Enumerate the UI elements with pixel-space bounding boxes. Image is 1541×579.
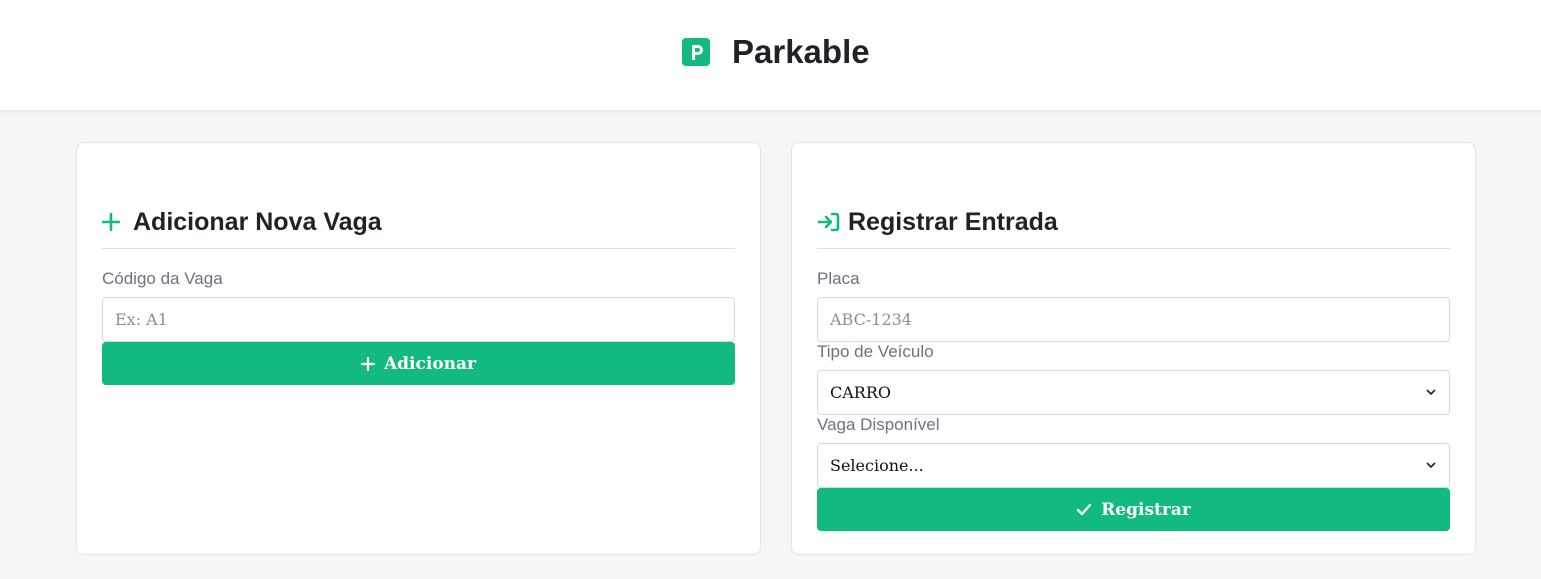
register-button-label: Registrar (1101, 499, 1191, 520)
plate-label: Placa (817, 269, 860, 288)
available-spot-select[interactable]: Selecione... (817, 443, 1450, 488)
chevron-down-icon (1425, 387, 1437, 399)
available-spot-label: Vaga Disponível (817, 415, 940, 434)
available-spot-value: Selecione... (830, 456, 924, 475)
spot-code-input[interactable]: Ex: A1 (102, 297, 735, 342)
spot-code-label: Código da Vaga (102, 269, 223, 288)
register-entry-title: Registrar Entrada (848, 208, 1058, 236)
brand[interactable]: Parkable (682, 34, 870, 70)
vehicle-type-select[interactable]: CARRO (817, 370, 1450, 415)
spot-code-placeholder: Ex: A1 (115, 310, 168, 329)
app-title: Parkable (732, 33, 870, 70)
sign-in-icon (817, 207, 841, 237)
vehicle-type-label: Tipo de Veículo (817, 342, 934, 361)
add-spot-button[interactable]: Adicionar (102, 342, 735, 385)
plate-placeholder: ABC-1234 (830, 310, 912, 329)
register-entry-header: Registrar Entrada (817, 207, 1450, 249)
top-bar: Parkable (0, 0, 1541, 111)
add-spot-card: Adicionar Nova Vaga Código da Vaga Ex: A… (76, 142, 761, 555)
plate-input[interactable]: ABC-1234 (817, 297, 1450, 342)
add-spot-title: Adicionar Nova Vaga (133, 208, 382, 236)
check-icon (1076, 503, 1092, 516)
register-button[interactable]: Registrar (817, 488, 1450, 531)
parking-logo-glyph (692, 45, 703, 60)
plus-icon (102, 207, 126, 237)
add-spot-button-label: Adicionar (383, 353, 476, 374)
parking-logo-icon (682, 38, 710, 66)
plus-icon (360, 356, 375, 371)
vehicle-type-value: CARRO (830, 383, 892, 402)
register-entry-card: Registrar Entrada Placa ABC-1234 Tipo de… (791, 142, 1476, 555)
add-spot-header: Adicionar Nova Vaga (102, 207, 735, 249)
chevron-down-icon (1425, 460, 1437, 472)
